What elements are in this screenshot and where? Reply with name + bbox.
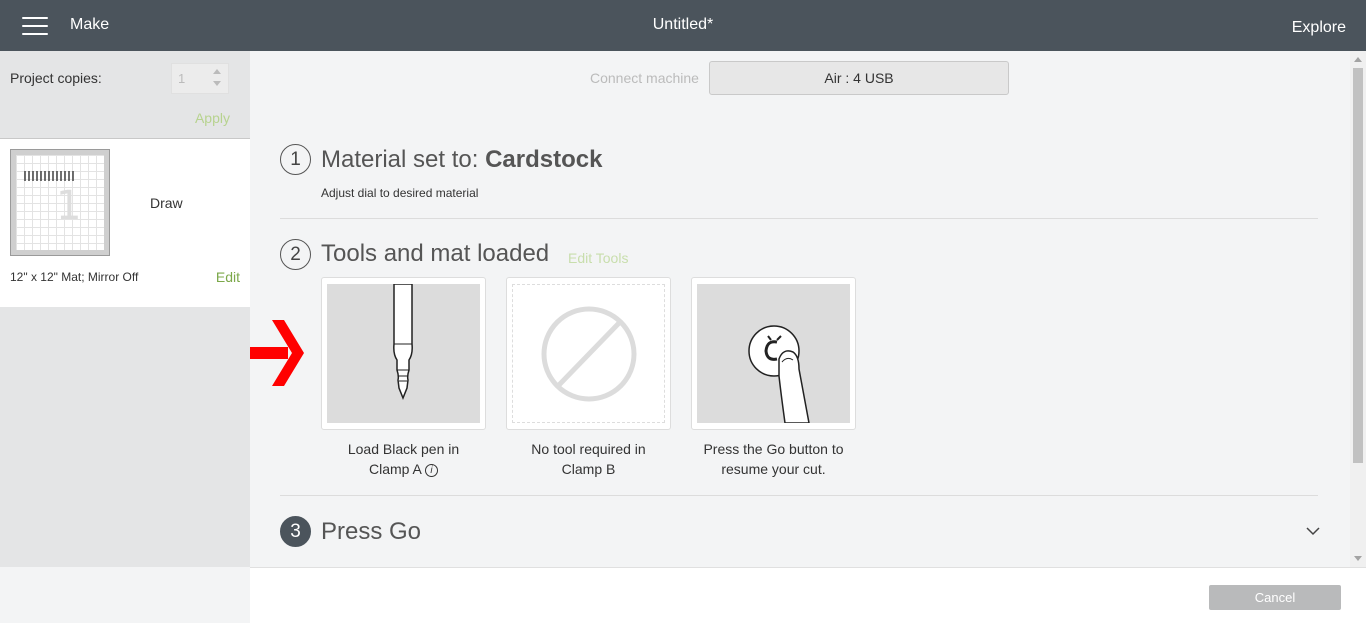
divider: [280, 218, 1318, 219]
mat-thumbnail[interactable]: 1: [10, 149, 110, 256]
main-content: Connect machine Air : 4 USB 1 Material s…: [250, 51, 1350, 567]
tool-card-press-go: [691, 277, 856, 430]
document-title: Untitled*: [652, 16, 714, 33]
tool-card-clamp-b: [506, 277, 671, 430]
project-copies-label: Project copies:: [10, 70, 102, 86]
stepper-down-icon[interactable]: [213, 81, 221, 86]
connect-machine-label: Connect machine: [590, 70, 699, 86]
mat-item[interactable]: 1 Draw 12" x 12" Mat; Mirror Off Edit: [0, 139, 250, 307]
material-name: Cardstock: [485, 146, 603, 173]
no-tool-icon: [512, 284, 665, 423]
mat-edit-button[interactable]: Edit: [216, 269, 240, 285]
apply-button[interactable]: Apply: [195, 110, 230, 126]
pen-icon: [327, 283, 480, 423]
step-2-number: 2: [280, 239, 311, 270]
machine-select[interactable]: Air : 4 USB: [709, 61, 1009, 95]
explore-button[interactable]: Explore: [1292, 19, 1346, 37]
step-1-subtext: Adjust dial to desired material: [321, 186, 479, 200]
tool-caption-line: Clamp A: [368, 461, 422, 477]
chevron-down-icon[interactable]: [1306, 524, 1320, 538]
scroll-up-icon[interactable]: [1354, 57, 1362, 62]
project-copies-value: 1: [178, 71, 186, 86]
mat-operation-label: Draw: [150, 195, 183, 211]
tool-caption-clamp-b: No tool required in Clamp B: [506, 439, 671, 479]
project-copies-panel: Project copies: 1 Apply: [0, 51, 250, 139]
top-bar: Make Untitled* Explore: [0, 0, 1366, 51]
mat-number: 1: [56, 183, 82, 229]
step-3-number: 3: [280, 516, 311, 547]
tool-caption-line: resume your cut.: [721, 461, 826, 477]
tool-caption-line: No tool required in: [531, 441, 646, 457]
stepper-up-icon[interactable]: [213, 69, 221, 74]
tool-caption-line: Clamp B: [561, 461, 616, 477]
tool-caption-line: Press the Go button to: [703, 441, 844, 457]
tool-caption-line: Load Black pen in: [347, 441, 460, 457]
tool-caption-press-go: Press the Go button to resume your cut.: [691, 439, 856, 479]
copies-stepper[interactable]: [210, 66, 224, 92]
scrollbar-thumb[interactable]: [1353, 68, 1363, 463]
press-go-button-icon: [697, 284, 850, 424]
mat-grid: 1: [16, 155, 104, 250]
step-2-title: Tools and mat loaded: [321, 240, 550, 267]
edit-tools-link[interactable]: Edit Tools: [568, 250, 628, 266]
tool-caption-clamp-a: Load Black pen in Clamp A i: [321, 439, 486, 479]
cancel-button[interactable]: Cancel: [1209, 585, 1341, 610]
sidebar-footer: [0, 567, 250, 623]
step-1-title-prefix: Material set to:: [321, 146, 486, 173]
project-copies-input[interactable]: 1: [171, 63, 229, 94]
step-3-title: Press Go: [321, 518, 422, 545]
footer-bar: Cancel: [250, 567, 1366, 623]
tool-card-clamp-a: [321, 277, 486, 430]
divider: [280, 495, 1318, 496]
info-icon[interactable]: i: [425, 463, 439, 477]
step-1-title: Material set to: Cardstock: [321, 146, 602, 174]
red-arrow-icon: [250, 320, 304, 386]
step-1-number: 1: [280, 144, 311, 175]
drawing-preview: [24, 171, 74, 181]
mat-info: 12" x 12" Mat; Mirror Off: [10, 270, 139, 284]
scroll-down-icon[interactable]: [1354, 556, 1362, 561]
vertical-scrollbar[interactable]: [1350, 51, 1366, 567]
sidebar: Project copies: 1 Apply 1 Draw 12" x 12"…: [0, 51, 250, 567]
